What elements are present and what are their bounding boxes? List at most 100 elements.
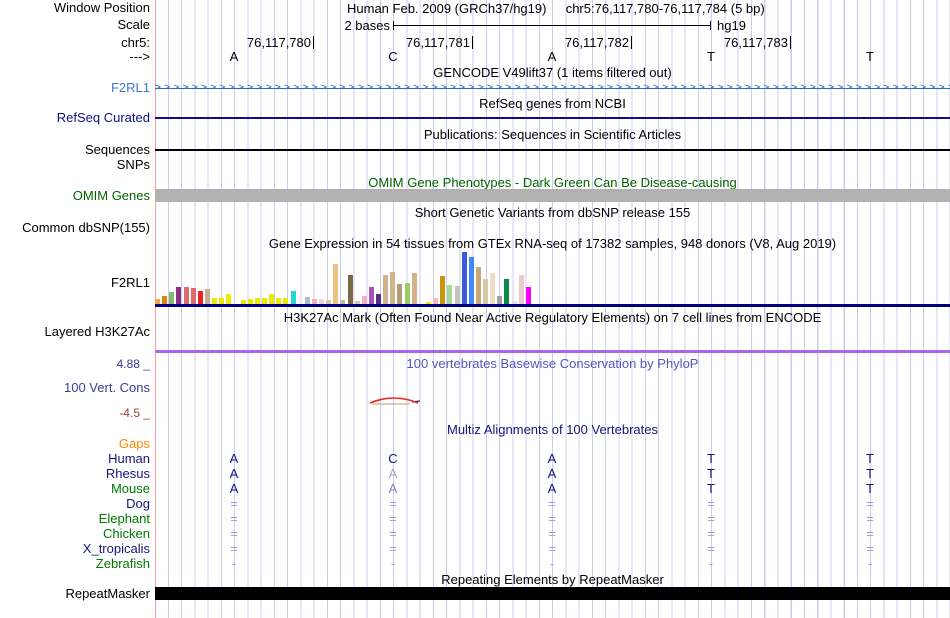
- alignment-cell[interactable]: =: [545, 497, 559, 511]
- alignment-cell[interactable]: T: [863, 482, 877, 496]
- gtex-bar[interactable]: [504, 279, 510, 304]
- gtex-bar[interactable]: [347, 275, 353, 304]
- alignment-cell[interactable]: =: [545, 542, 559, 556]
- gtex-bar[interactable]: [290, 291, 296, 304]
- gtex-bar[interactable]: [390, 272, 396, 304]
- gtex-bar[interactable]: [468, 257, 474, 304]
- alignment-cell[interactable]: A: [227, 467, 241, 481]
- gtex-bar[interactable]: [518, 275, 524, 304]
- alignment-cell[interactable]: T: [704, 452, 718, 466]
- alignment-cell[interactable]: A: [545, 467, 559, 481]
- alignment-cell[interactable]: -: [227, 557, 241, 571]
- omim-genes-bar[interactable]: [155, 189, 950, 202]
- species-label-gaps[interactable]: Gaps: [0, 437, 150, 451]
- alignment-cell[interactable]: T: [704, 482, 718, 496]
- sequences-label[interactable]: Sequences: [0, 143, 150, 157]
- gtex-bar[interactable]: [397, 284, 403, 304]
- alignment-cell[interactable]: =: [704, 497, 718, 511]
- sequences-line[interactable]: [155, 149, 950, 151]
- gtex-bar[interactable]: [333, 264, 339, 304]
- species-label-human[interactable]: Human: [0, 452, 150, 466]
- alignment-cell[interactable]: T: [704, 467, 718, 481]
- snps-label[interactable]: SNPs: [0, 158, 150, 172]
- alignment-cell[interactable]: T: [863, 452, 877, 466]
- species-label-zebrafish[interactable]: Zebrafish: [0, 557, 150, 571]
- dbsnp-label[interactable]: Common dbSNP(155): [0, 221, 150, 235]
- alignment-cell[interactable]: -: [545, 557, 559, 571]
- alignment-cell[interactable]: -: [386, 557, 400, 571]
- alignment-cell[interactable]: =: [386, 542, 400, 556]
- gencode-gene-label[interactable]: F2RL1: [0, 81, 150, 95]
- gtex-bar[interactable]: [304, 297, 310, 304]
- gtex-title: Gene Expression in 54 tissues from GTEx …: [268, 236, 837, 251]
- gtex-bar[interactable]: [383, 275, 389, 304]
- alignment-cell[interactable]: A: [386, 467, 400, 481]
- species-label-dog[interactable]: Dog: [0, 497, 150, 511]
- alignment-cell[interactable]: T: [863, 467, 877, 481]
- phylop-label[interactable]: 100 Vert. Cons: [0, 381, 150, 395]
- alignment-cell[interactable]: A: [227, 452, 241, 466]
- refseq-curated-label[interactable]: RefSeq Curated: [0, 111, 150, 125]
- gtex-bar[interactable]: [269, 294, 275, 304]
- gencode-transcript-arrows[interactable]: >>>>>>>>>>>>>>>>>>>>>>>>>>>>>>>>>>>>>>>>…: [155, 82, 950, 94]
- gtex-bar[interactable]: [475, 267, 481, 304]
- alignment-cell[interactable]: =: [227, 527, 241, 541]
- species-label-x_tropicalis[interactable]: X_tropicalis: [0, 542, 150, 556]
- gtex-bar[interactable]: [361, 296, 367, 304]
- gtex-bar[interactable]: [226, 294, 232, 304]
- gtex-bar[interactable]: [454, 286, 460, 304]
- species-label-rhesus[interactable]: Rhesus: [0, 467, 150, 481]
- alignment-cell[interactable]: =: [227, 512, 241, 526]
- gtex-bar[interactable]: [176, 287, 182, 304]
- repeatmasker-bar[interactable]: [155, 587, 950, 600]
- alignment-cell[interactable]: -: [863, 557, 877, 571]
- alignment-cell[interactable]: =: [704, 512, 718, 526]
- gtex-gene-label[interactable]: F2RL1: [0, 276, 150, 290]
- gtex-bar[interactable]: [411, 273, 417, 304]
- gtex-bar[interactable]: [447, 285, 453, 304]
- alignment-cell[interactable]: =: [545, 527, 559, 541]
- gtex-bar[interactable]: [197, 291, 203, 304]
- alignment-cell[interactable]: =: [863, 497, 877, 511]
- gtex-bar[interactable]: [440, 276, 446, 304]
- alignment-cell[interactable]: -: [704, 557, 718, 571]
- alignment-cell[interactable]: =: [704, 527, 718, 541]
- gtex-bar[interactable]: [204, 289, 210, 304]
- refseq-curated-line[interactable]: [155, 117, 950, 119]
- omim-genes-label[interactable]: OMIM Genes: [0, 189, 150, 203]
- gtex-bar[interactable]: [461, 252, 467, 304]
- repeatmasker-label[interactable]: RepeatMasker: [0, 587, 150, 601]
- species-label-chicken[interactable]: Chicken: [0, 527, 150, 541]
- phylop-curve[interactable]: [366, 391, 422, 406]
- gtex-bar[interactable]: [404, 283, 410, 304]
- h3k27ac-label[interactable]: Layered H3K27Ac: [0, 325, 150, 339]
- species-label-elephant[interactable]: Elephant: [0, 512, 150, 526]
- gtex-bar[interactable]: [376, 294, 381, 304]
- alignment-cell[interactable]: =: [545, 512, 559, 526]
- species-label-mouse[interactable]: Mouse: [0, 482, 150, 496]
- gtex-bar[interactable]: [497, 296, 503, 304]
- gtex-bar[interactable]: [190, 288, 196, 304]
- alignment-cell[interactable]: A: [545, 452, 559, 466]
- alignment-cell[interactable]: =: [227, 497, 241, 511]
- gtex-bar[interactable]: [525, 287, 531, 304]
- alignment-cell[interactable]: =: [704, 542, 718, 556]
- alignment-cell[interactable]: A: [545, 482, 559, 496]
- alignment-cell[interactable]: =: [386, 512, 400, 526]
- alignment-cell[interactable]: =: [386, 527, 400, 541]
- alignment-cell[interactable]: =: [863, 512, 877, 526]
- gtex-bar[interactable]: [183, 287, 189, 304]
- alignment-cell[interactable]: =: [227, 542, 241, 556]
- alignment-cell[interactable]: =: [863, 527, 877, 541]
- gtex-bar[interactable]: [162, 296, 168, 304]
- gtex-bar[interactable]: [368, 287, 374, 304]
- alignment-cell[interactable]: A: [227, 482, 241, 496]
- gtex-bar[interactable]: [169, 292, 175, 304]
- alignment-cell[interactable]: =: [386, 497, 400, 511]
- alignment-cell[interactable]: C: [386, 452, 400, 466]
- alignment-cell[interactable]: =: [863, 542, 877, 556]
- gtex-bar[interactable]: [483, 279, 488, 304]
- h3k27ac-signal-line[interactable]: [155, 350, 950, 353]
- alignment-cell[interactable]: A: [386, 482, 400, 496]
- gtex-bar[interactable]: [490, 273, 496, 304]
